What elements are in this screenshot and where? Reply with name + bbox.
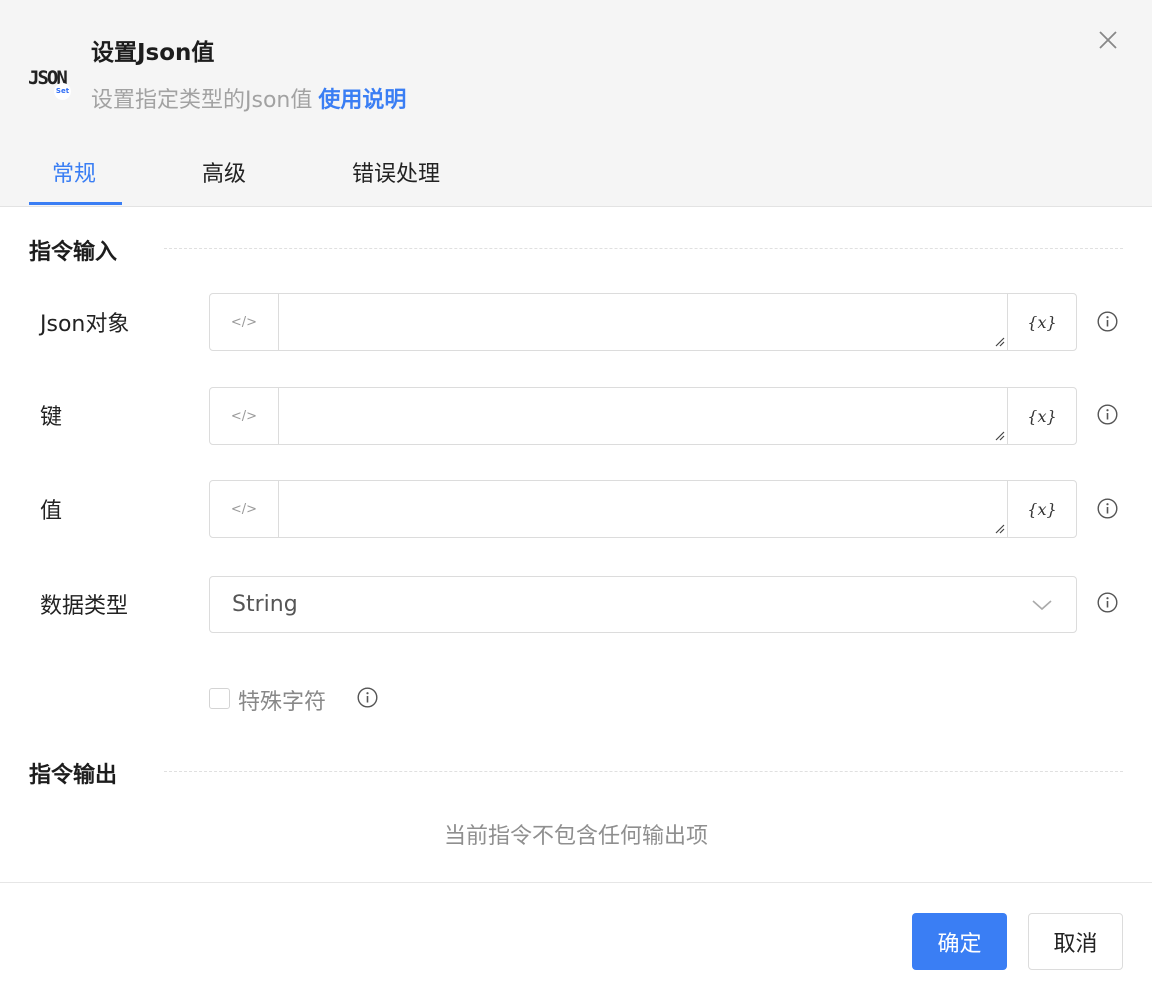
tab-advanced[interactable]: 高级 bbox=[202, 156, 246, 188]
input-section-title: 指令输入 bbox=[29, 240, 118, 265]
variable-button[interactable]: {x} bbox=[1007, 294, 1076, 350]
section-divider bbox=[164, 771, 1123, 772]
dialog-subtitle: 设置指定类型的Json值 使用说明 bbox=[91, 82, 406, 114]
value-field: </> {x} bbox=[209, 480, 1077, 538]
code-icon[interactable]: </> bbox=[210, 388, 279, 444]
cancel-button[interactable]: 取消 bbox=[1028, 913, 1123, 970]
tab-general[interactable]: 常规 bbox=[52, 156, 96, 188]
json-object-field: </> {x} bbox=[209, 293, 1077, 351]
value-input[interactable] bbox=[279, 481, 1008, 537]
resize-grip-icon[interactable] bbox=[993, 335, 1005, 347]
tab-error-handling[interactable]: 错误处理 bbox=[352, 156, 440, 188]
subtitle-text: 设置指定类型的Json值 bbox=[91, 88, 313, 113]
footer-divider bbox=[0, 882, 1152, 883]
chevron-down-icon bbox=[1032, 600, 1052, 611]
code-icon[interactable]: </> bbox=[210, 294, 279, 350]
close-icon[interactable] bbox=[1096, 28, 1120, 52]
value-label: 值 bbox=[40, 499, 63, 524]
info-icon[interactable] bbox=[1097, 311, 1118, 332]
key-input[interactable] bbox=[279, 388, 1008, 444]
json-object-input[interactable] bbox=[279, 294, 1008, 350]
resize-grip-icon[interactable] bbox=[993, 429, 1005, 441]
code-icon[interactable]: </> bbox=[210, 481, 279, 537]
confirm-button[interactable]: 确定 bbox=[912, 913, 1007, 970]
dialog-header: JSON Set 设置Json值 设置指定类型的Json值 使用说明 常规 高级 … bbox=[0, 0, 1152, 207]
logo-badge: Set bbox=[54, 83, 71, 100]
json-object-label: Json对象 bbox=[40, 312, 130, 337]
special-chars-label: 特殊字符 bbox=[238, 690, 327, 715]
key-field: </> {x} bbox=[209, 387, 1077, 445]
data-type-select[interactable]: String bbox=[209, 576, 1077, 633]
dialog-title: 设置Json值 bbox=[91, 40, 215, 66]
info-icon[interactable] bbox=[1097, 404, 1118, 425]
empty-output-text: 当前指令不包含任何输出项 bbox=[443, 824, 708, 849]
variable-button[interactable]: {x} bbox=[1007, 388, 1076, 444]
resize-grip-icon[interactable] bbox=[993, 522, 1005, 534]
info-icon[interactable] bbox=[357, 687, 378, 708]
key-label: 键 bbox=[40, 405, 63, 430]
json-set-logo-icon: JSON Set bbox=[28, 64, 74, 100]
data-type-label: 数据类型 bbox=[40, 594, 129, 619]
data-type-value: String bbox=[232, 592, 298, 617]
help-link[interactable]: 使用说明 bbox=[318, 88, 406, 113]
special-chars-checkbox[interactable] bbox=[209, 688, 230, 709]
section-divider bbox=[164, 248, 1123, 249]
info-icon[interactable] bbox=[1097, 498, 1118, 519]
info-icon[interactable] bbox=[1097, 592, 1118, 613]
variable-button[interactable]: {x} bbox=[1007, 481, 1076, 537]
active-tab-indicator bbox=[29, 202, 122, 205]
output-section-title: 指令输出 bbox=[29, 763, 118, 788]
